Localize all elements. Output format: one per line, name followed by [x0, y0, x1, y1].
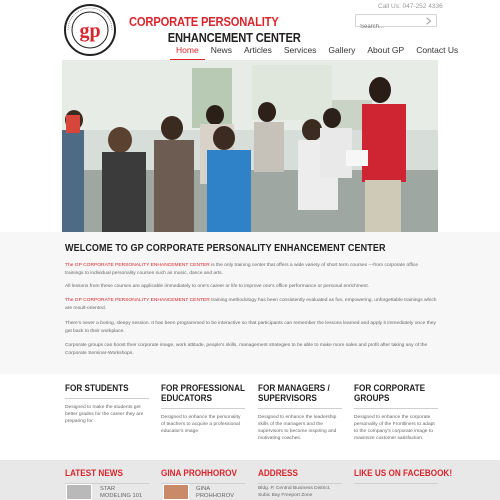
- column-corporate: FOR CORPORATE GROUPS Designed to enhance …: [354, 384, 438, 442]
- footer-title: ADDRESS: [258, 468, 298, 479]
- site-header: gp CORPORATE PERSONALITY ENHANCEMENT CEN…: [0, 0, 500, 60]
- welcome-paragraph-4: There's never a boring, sleepy session. …: [65, 321, 436, 334]
- footer-person: GINA PROHHOROV: [161, 468, 251, 484]
- divider: [258, 408, 342, 409]
- nav-gallery[interactable]: Gallery: [322, 44, 361, 60]
- footer-title: LATEST NEWS: [65, 468, 123, 479]
- logo-letters: gp: [79, 20, 100, 42]
- column-title[interactable]: FOR MANAGERS / SUPERVISORS: [258, 384, 330, 404]
- welcome-paragraph-2: All lessons from these courses are appli…: [65, 284, 370, 289]
- column-text: Designed to enhance the personality of t…: [161, 415, 241, 434]
- search-box: [355, 14, 437, 33]
- column-text: Designed to make the students get better…: [65, 405, 144, 424]
- divider: [354, 483, 438, 484]
- welcome-paragraph-1: The GP CORPORATE PERSONALITY ENHANCEMENT…: [65, 262, 437, 277]
- nav-articles[interactable]: Articles: [238, 44, 278, 60]
- person-link[interactable]: GINA PROHHOROV: [196, 486, 234, 499]
- column-title[interactable]: FOR PROFESSIONAL EDUCATORS: [161, 384, 245, 404]
- news-thumbnail[interactable]: [66, 484, 92, 500]
- site-footer: LATEST NEWS STAR MODELING 101 GINA PROHHO…: [0, 460, 500, 500]
- divider: [65, 398, 149, 399]
- audience-columns: FOR STUDENTS Designed to make the studen…: [0, 374, 500, 460]
- welcome-paragraph-5: Corporate groups can boost their corpora…: [65, 343, 428, 356]
- brand-line2: ENHANCEMENT CENTER: [167, 30, 301, 45]
- column-title[interactable]: FOR CORPORATE GROUPS: [354, 384, 426, 404]
- classroom-photo: [62, 60, 438, 232]
- nav-news[interactable]: News: [205, 44, 238, 60]
- footer-facebook: LIKE US ON FACEBOOK!: [354, 468, 452, 484]
- brand-name[interactable]: CORPORATE PERSONALITY ENHANCEMENT CENTER: [129, 14, 329, 45]
- column-educators: FOR PROFESSIONAL EDUCATORS Designed to en…: [161, 384, 245, 435]
- divider: [354, 408, 438, 409]
- footer-title[interactable]: LIKE US ON FACEBOOK!: [354, 468, 452, 479]
- column-text: Designed to enhance the leadership skill…: [258, 415, 337, 441]
- call-us-text: Call Us: 047-252 4336: [378, 3, 443, 10]
- search-icon[interactable]: [425, 17, 433, 25]
- divider: [161, 408, 245, 409]
- footer-latest-news: LATEST NEWS: [65, 468, 155, 484]
- welcome-title: WELCOME TO GP CORPORATE PERSONALITY ENHA…: [65, 242, 386, 254]
- column-managers: FOR MANAGERS / SUPERVISORS Designed to en…: [258, 384, 342, 442]
- address-text: Bldg. P, Central Business District, Subic…: [258, 486, 331, 498]
- hero-photo: [62, 60, 438, 232]
- nav-about-gp[interactable]: About GP: [361, 44, 410, 60]
- column-title[interactable]: FOR STUDENTS: [65, 384, 137, 394]
- nav-services[interactable]: Services: [278, 44, 323, 60]
- news-item-link[interactable]: STAR MODELING 101: [100, 486, 142, 499]
- footer-address: ADDRESS: [258, 468, 348, 484]
- nav-home[interactable]: Home: [170, 44, 205, 60]
- highlight-text: The GP CORPORATE PERSONALITY ENHANCEMENT…: [65, 263, 210, 268]
- search-input[interactable]: [356, 21, 420, 33]
- brand-line1: CORPORATE PERSONALITY: [129, 14, 279, 29]
- main-nav: Home News Articles Services Gallery Abou…: [170, 44, 464, 60]
- gp-logo[interactable]: gp: [63, 3, 127, 57]
- footer-title: GINA PROHHOROV: [161, 468, 237, 479]
- column-students: FOR STUDENTS Designed to make the studen…: [65, 384, 149, 425]
- highlight-text: The GP CORPORATE PERSONALITY ENHANCEMENT…: [65, 298, 210, 303]
- person-thumbnail[interactable]: [163, 484, 189, 500]
- column-text: Designed to enhance the corporate person…: [354, 415, 435, 441]
- divider: [258, 483, 342, 484]
- nav-contact-us[interactable]: Contact Us: [410, 44, 464, 60]
- welcome-section: WELCOME TO GP CORPORATE PERSONALITY ENHA…: [0, 232, 500, 374]
- welcome-paragraph-3: The GP CORPORATE PERSONALITY ENHANCEMENT…: [65, 297, 437, 312]
